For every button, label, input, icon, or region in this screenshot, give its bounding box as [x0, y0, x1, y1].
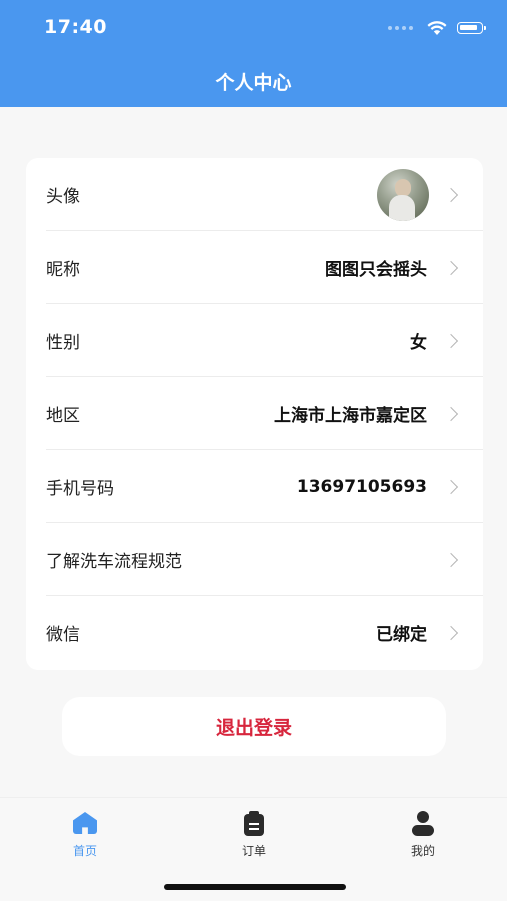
avatar	[377, 168, 429, 221]
status-icons	[388, 18, 486, 38]
chevron-right-icon	[443, 479, 459, 494]
user-icon	[410, 810, 436, 836]
row-gender[interactable]: 性别 女	[26, 304, 483, 377]
row-label: 头像	[46, 187, 80, 207]
chevron-right-icon	[443, 187, 459, 202]
tab-mine[interactable]: 我的	[383, 810, 463, 859]
row-label: 昵称	[46, 260, 80, 280]
chevron-right-icon	[443, 406, 459, 421]
row-wechat[interactable]: 微信 已绑定	[26, 596, 483, 669]
tab-orders[interactable]: 订单	[214, 810, 294, 859]
row-region[interactable]: 地区 上海市上海市嘉定区	[26, 377, 483, 450]
signal-dots-icon	[388, 26, 413, 30]
row-label: 性别	[46, 333, 80, 353]
row-label: 微信	[46, 625, 80, 645]
row-label: 了解洗车流程规范	[46, 552, 182, 572]
tab-label: 订单	[241, 844, 266, 858]
row-wash-guide[interactable]: 了解洗车流程规范	[26, 523, 483, 596]
tab-label: 首页	[72, 844, 97, 858]
row-nickname[interactable]: 昵称 图图只会摇头	[26, 231, 483, 304]
clipboard-icon	[241, 810, 267, 836]
tab-label: 我的	[410, 844, 435, 858]
row-value: 女	[410, 333, 427, 353]
row-phone[interactable]: 手机号码 13697105693	[26, 450, 483, 523]
chevron-right-icon	[443, 625, 459, 640]
battery-icon	[457, 22, 486, 34]
row-value: 13697105693	[296, 476, 427, 497]
wifi-icon	[427, 20, 447, 35]
page-title: 个人中心	[215, 72, 292, 94]
row-label: 手机号码	[46, 479, 114, 499]
row-value: 已绑定	[376, 625, 427, 645]
home-icon	[72, 810, 98, 836]
tab-home[interactable]: 首页	[45, 810, 125, 859]
row-avatar[interactable]: 头像	[26, 158, 483, 231]
chevron-right-icon	[443, 552, 459, 567]
logout-button[interactable]: 退出登录	[62, 697, 446, 756]
row-value: 图图只会摇头	[325, 260, 427, 280]
row-value: 上海市上海市嘉定区	[274, 406, 427, 426]
chevron-right-icon	[443, 260, 459, 275]
row-label: 地区	[46, 406, 80, 426]
status-time: 17:40	[44, 16, 107, 38]
profile-card: 头像 昵称 图图只会摇头 性别 女 地区 上海市上海市嘉定区 手机号码 1369…	[26, 158, 483, 670]
chevron-right-icon	[443, 333, 459, 348]
home-indicator	[164, 884, 346, 890]
app-header: 17:40 个人中心	[0, 0, 507, 107]
